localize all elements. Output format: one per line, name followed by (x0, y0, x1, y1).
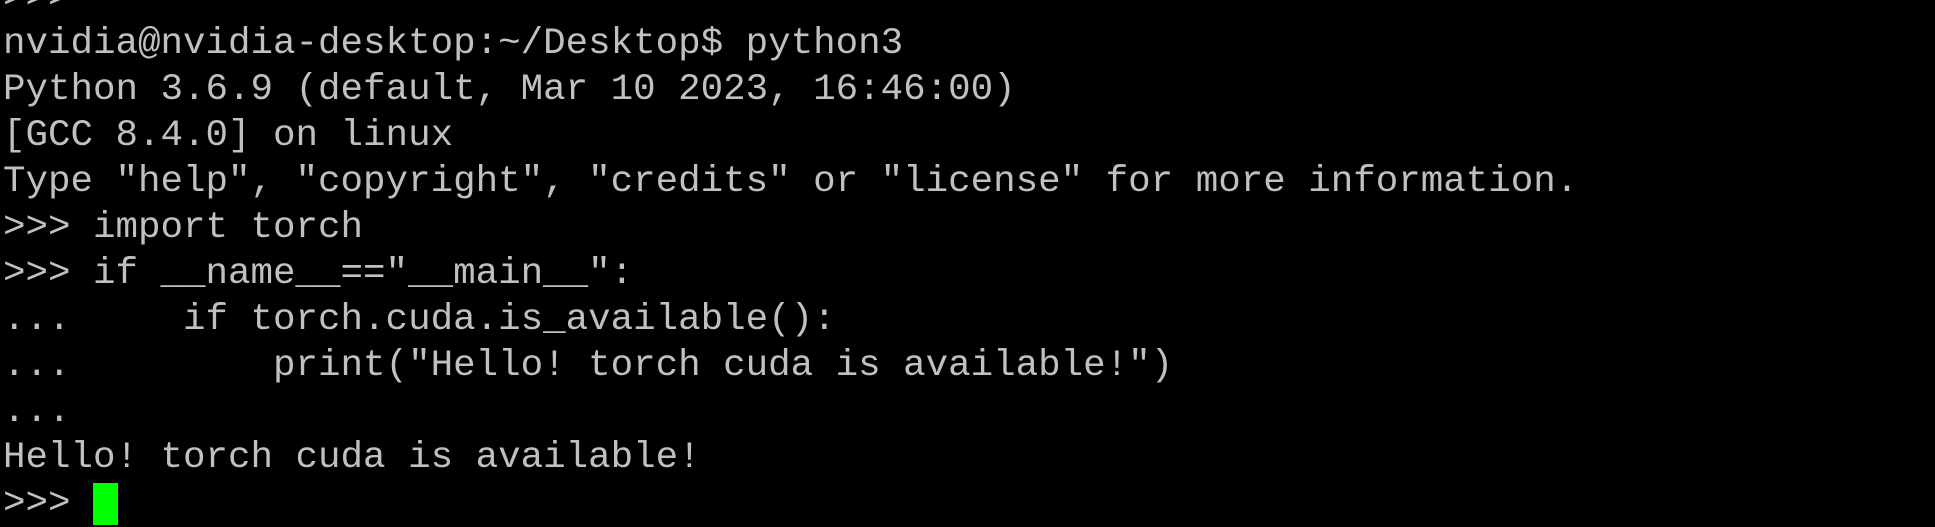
terminal-line-1: nvidia@nvidia-desktop:~/Desktop$ python3 (3, 23, 904, 65)
terminal-line-5: >>> import torch (3, 207, 364, 249)
terminal-line-9: ... (3, 391, 71, 433)
terminal-line-4: Type "help", "copyright", "credits" or "… (3, 161, 1579, 203)
terminal-window[interactable]: >>> nvidia@nvidia-desktop:~/Desktop$ pyt… (0, 0, 1935, 527)
terminal-prompt: >>> (3, 483, 94, 525)
terminal-line-3: [GCC 8.4.0] on linux (3, 115, 454, 157)
terminal-line-6: >>> if __name__=="__main__": (3, 253, 634, 295)
terminal-line-0: >>> (3, 0, 1578, 21)
text-cursor (93, 483, 119, 525)
terminal-line-10: Hello! torch cuda is available! (3, 437, 701, 479)
terminal-input-line[interactable]: >>> (3, 481, 1578, 527)
terminal-line-8: ... print("Hello! torch cuda is availabl… (3, 345, 1174, 387)
terminal-line-7: ... if torch.cuda.is_available(): (3, 299, 836, 341)
terminal-output: >>> nvidia@nvidia-desktop:~/Desktop$ pyt… (3, 0, 1578, 527)
terminal-line-2: Python 3.6.9 (default, Mar 10 2023, 16:4… (3, 69, 1016, 111)
